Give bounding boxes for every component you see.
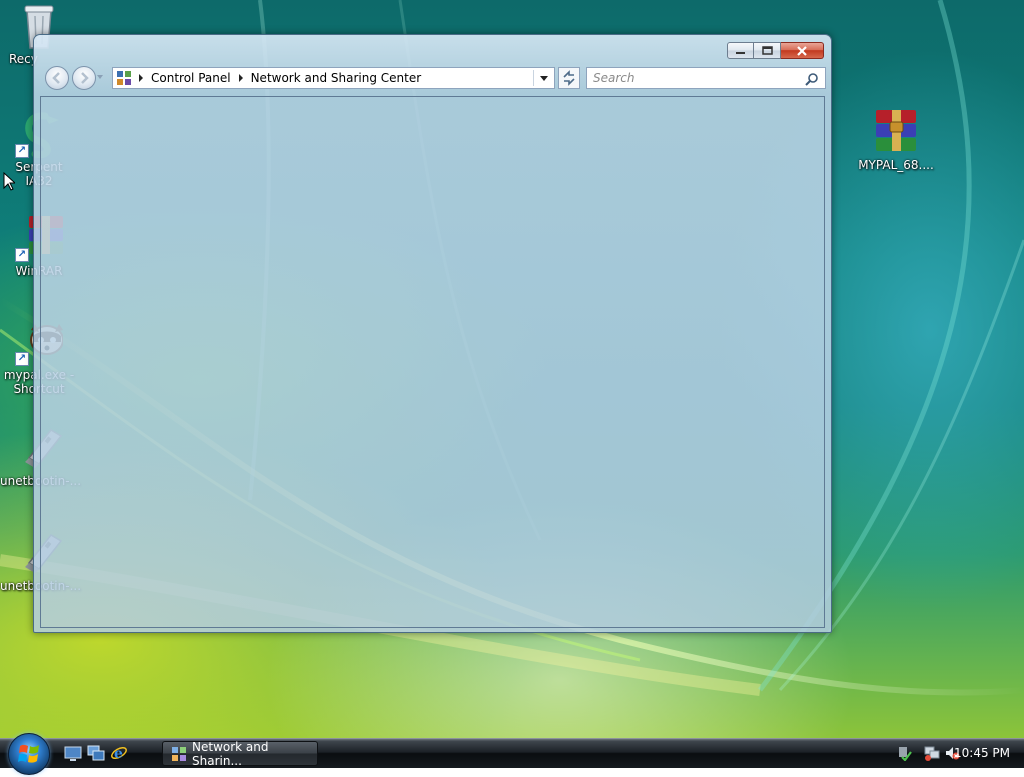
taskbar-button-label: Network and Sharin... [192,739,269,768]
shortcut-arrow-icon: ↗ [15,144,29,158]
quick-launch-internet-explorer[interactable]: e [110,744,128,762]
address-history-dropdown-icon[interactable] [540,76,548,81]
maximize-button[interactable] [754,42,781,59]
switch-windows-icon [87,745,105,761]
navigation-bar: Control Panel Network and Sharing Center… [40,64,826,92]
svg-text:e: e [114,746,123,762]
control-panel-icon [171,746,187,762]
desktop-icon-mypal-archive[interactable]: MYPAL_68.... [857,108,935,172]
windows-logo-icon [18,744,39,763]
notification-area: 10:45 PM [884,739,1024,768]
maximize-icon [761,46,773,55]
forward-button[interactable] [72,66,96,90]
address-divider [533,70,534,86]
breadcrumb-separator-icon[interactable] [238,74,243,82]
recent-pages-dropdown[interactable] [97,75,103,79]
show-desktop-icon [64,746,82,761]
control-panel-icon [117,71,131,85]
window-content-area [40,96,825,628]
refresh-button[interactable] [558,67,580,89]
close-icon [797,45,807,56]
search-placeholder: Search [593,71,635,85]
desktop-icon-label: MYPAL_68.... [858,158,934,172]
refresh-icon [563,70,575,86]
shortcut-arrow-icon: ↗ [15,248,29,262]
quick-launch-switch-windows[interactable] [87,744,105,762]
back-arrow-icon [52,72,60,84]
search-box[interactable]: Search [586,67,826,89]
minimize-icon [736,51,745,54]
address-bar[interactable]: Control Panel Network and Sharing Center [112,67,555,89]
explorer-window[interactable]: Control Panel Network and Sharing Center… [33,34,832,633]
search-icon[interactable] [805,72,819,86]
taskbar: e Network and Sharin... 10:45 PM [0,733,1024,775]
taskbar-button-network-sharing[interactable]: Network and Sharin... [162,739,318,768]
breadcrumb-network-sharing-center[interactable]: Network and Sharing Center [251,71,422,85]
minimize-button[interactable] [727,42,754,59]
back-button[interactable] [45,66,69,90]
mouse-cursor-icon [3,172,15,191]
close-button[interactable] [781,42,824,59]
breadcrumb-separator-icon[interactable] [139,74,143,82]
window-controls [727,42,824,59]
shortcut-arrow-icon: ↗ [15,352,29,366]
network-disconnected-icon[interactable] [924,745,940,761]
forward-arrow-icon [81,72,89,84]
winrar-archive-icon [872,108,920,156]
internet-explorer-icon: e [111,746,127,762]
safely-remove-hardware-icon[interactable] [896,745,912,762]
system-clock[interactable]: 10:45 PM [954,746,1010,760]
quick-launch-show-desktop[interactable] [64,744,82,762]
breadcrumb-control-panel[interactable]: Control Panel [151,71,231,85]
start-button[interactable] [8,733,50,775]
